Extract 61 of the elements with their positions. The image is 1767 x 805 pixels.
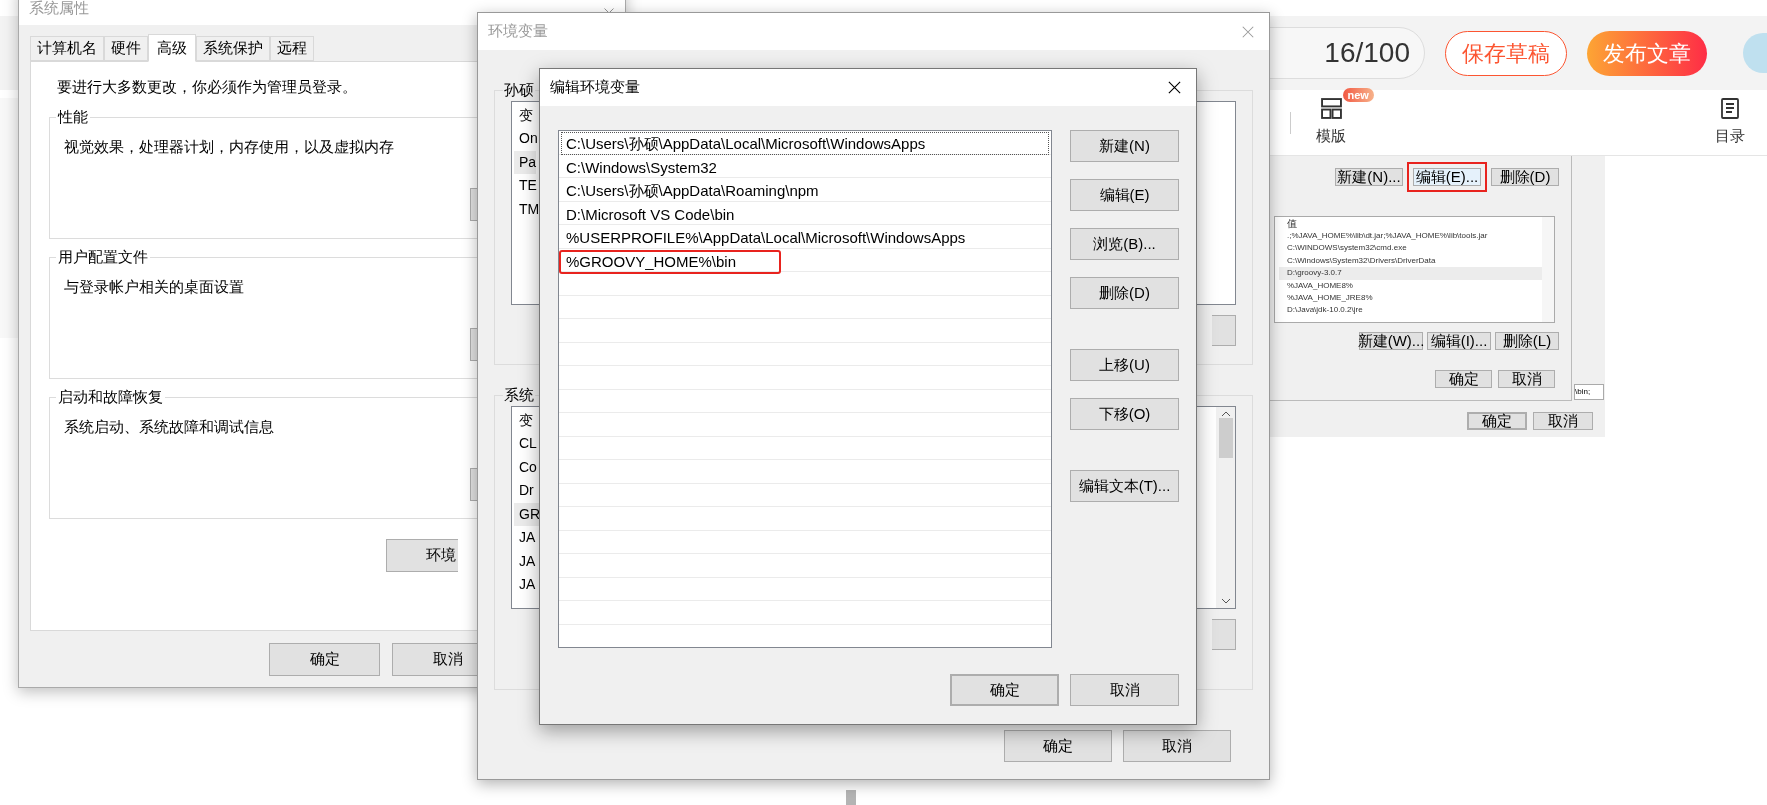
- toolbar-label[interactable]: 模版: [1316, 124, 1346, 148]
- variable-row[interactable]: GR: [514, 502, 540, 526]
- tab[interactable]: 计算机名: [30, 36, 104, 61]
- dialog-button[interactable]: 取消: [392, 643, 477, 676]
- toolbar-label[interactable]: 目录: [1715, 124, 1745, 148]
- chevron-up-icon[interactable]: [1220, 411, 1231, 417]
- action-button[interactable]: 编辑(E): [1070, 179, 1179, 211]
- window-title: 环境变量: [488, 21, 548, 42]
- tab[interactable]: 高级: [148, 34, 196, 62]
- action-button[interactable]: 下移(O): [1070, 398, 1179, 430]
- dialog-button[interactable]: 新建(W)...: [1359, 332, 1423, 350]
- scrollbar[interactable]: [1542, 217, 1554, 322]
- admin-note: 要进行大多数更改，你必须作为管理员登录。: [57, 77, 357, 97]
- group-description: 视觉效果，处理器计划，内存使用，以及虚拟内存: [64, 136, 394, 157]
- dialog-button[interactable]: 取消: [1498, 370, 1555, 388]
- dialog-button[interactable]: 确定: [269, 643, 380, 676]
- environment-button[interactable]: 环境: [386, 538, 458, 572]
- button[interactable]: [1212, 619, 1236, 650]
- dialog-button[interactable]: 取消: [1123, 730, 1231, 762]
- cancel-button[interactable]: 取消: [1070, 674, 1179, 706]
- variable-row[interactable]: Pa: [514, 150, 537, 174]
- path-entry[interactable]: %USERPROFILE%\AppData\Local\Microsoft\WindowsApps: [561, 226, 967, 249]
- layout-icon[interactable]: [1320, 97, 1342, 119]
- path-entry[interactable]: C:\Windows\System32: [561, 155, 718, 178]
- dialog-button[interactable]: 编辑(I)...: [1427, 332, 1491, 350]
- tab[interactable]: 硬件: [104, 36, 148, 61]
- action-button[interactable]: 新建(N): [1070, 130, 1179, 162]
- tab[interactable]: 远程: [270, 36, 314, 61]
- button[interactable]: [1212, 315, 1236, 346]
- value-field: \bin;: [1574, 384, 1604, 400]
- group-description: 系统启动、系统故障和调试信息: [64, 416, 274, 437]
- list-row[interactable]: D:\groovy-3.0.7: [1279, 267, 1542, 280]
- group-description: 与登录帐户相关的桌面设置: [64, 276, 244, 297]
- scrollbar[interactable]: [1216, 407, 1235, 608]
- path-entry[interactable]: D:\Microsoft VS Code\bin: [561, 202, 736, 225]
- window-title: 编辑环境变量: [550, 77, 640, 98]
- dialog-button[interactable]: 确定: [1467, 412, 1527, 430]
- dialog-button[interactable]: 删除(L): [1495, 332, 1559, 350]
- ok-button[interactable]: 确定: [950, 674, 1059, 706]
- dialog-button[interactable]: 新建(N)...: [1335, 168, 1403, 186]
- action-button[interactable]: 浏览(B)...: [1070, 228, 1179, 260]
- action-button[interactable]: 上移(U): [1070, 349, 1179, 381]
- path-entry[interactable]: C:\Users\孙硕\AppData\Roaming\npm: [561, 179, 820, 202]
- column-header: 变: [519, 411, 533, 430]
- chevron-down-icon[interactable]: [1220, 598, 1231, 604]
- path-entry[interactable]: C:\Users\孙硕\AppData\Local\Microsoft\WindowsApps: [561, 132, 1049, 155]
- action-button[interactable]: 编辑文本(T)...: [1070, 470, 1179, 502]
- dialog-button[interactable]: 确定: [1435, 370, 1492, 388]
- dialog-button[interactable]: 删除(D): [1491, 168, 1559, 186]
- window-title: 系统属性: [29, 0, 89, 18]
- dialog-button[interactable]: 确定: [1004, 730, 1112, 762]
- action-button[interactable]: 删除(D): [1070, 277, 1179, 309]
- scrollbar[interactable]: [846, 790, 856, 805]
- document-icon[interactable]: [1721, 97, 1739, 119]
- close-icon[interactable]: [1167, 80, 1182, 95]
- tab[interactable]: 系统保护: [196, 36, 270, 61]
- dialog-button[interactable]: 取消: [1533, 412, 1593, 430]
- column-header: 值: [1287, 217, 1298, 230]
- column-header: 变: [519, 106, 533, 125]
- path-entry[interactable]: %GROOVY_HOME%\bin: [561, 249, 738, 272]
- scrollbar-thumb[interactable]: [1218, 417, 1233, 458]
